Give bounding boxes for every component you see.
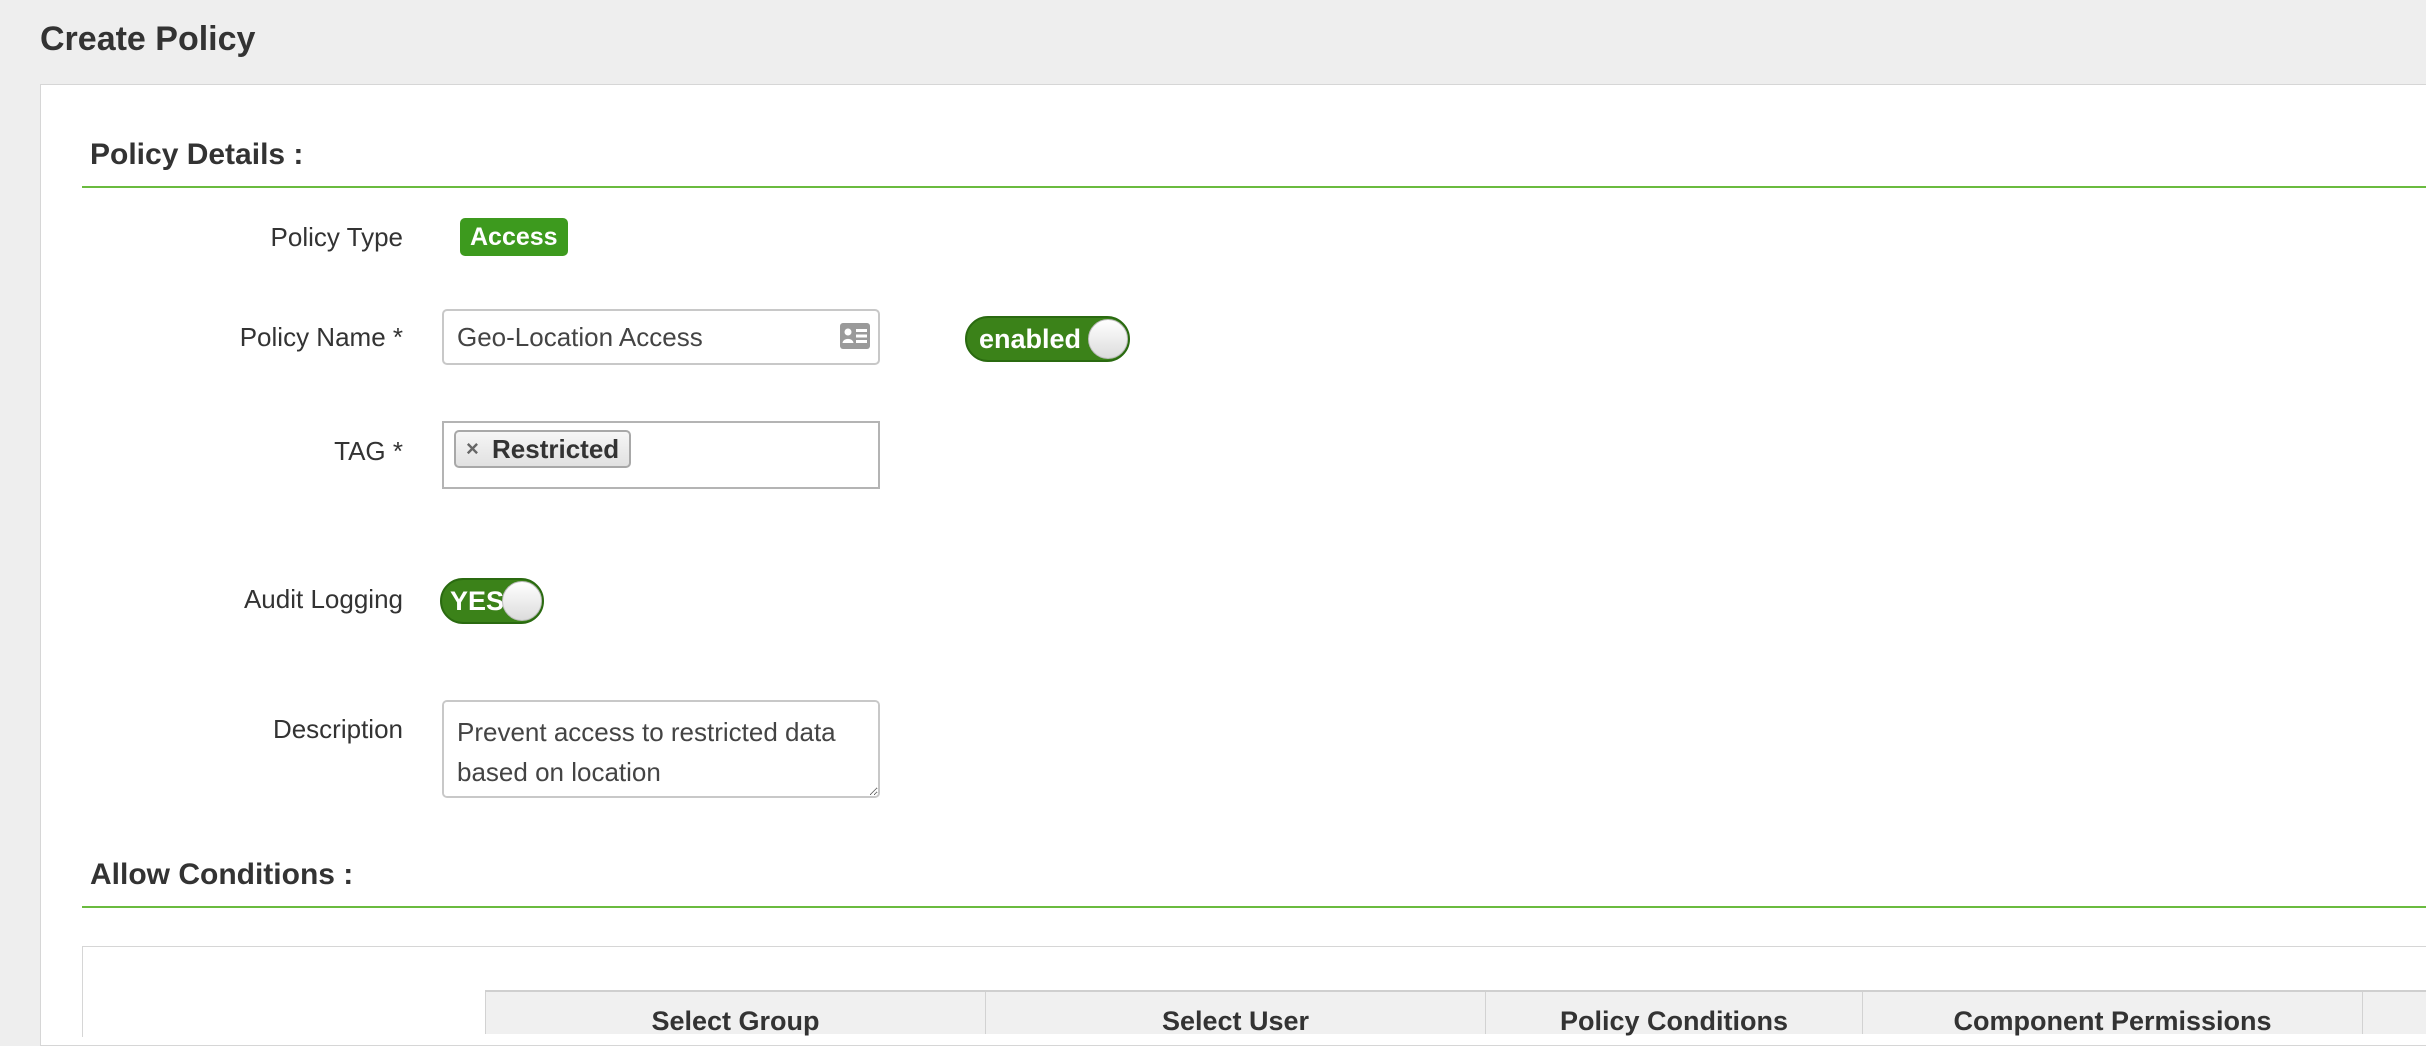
policy-enabled-toggle[interactable]: enabled [965,316,1130,362]
column-header-component-permissions: Component Permissions [1862,992,2362,1036]
toggle-knob [502,581,542,621]
column-header-extra [2362,992,2426,1034]
contact-card-icon [840,323,870,349]
tag-input[interactable]: × Restricted [442,421,880,489]
column-header-policy-conditions: Policy Conditions [1485,992,1862,1036]
page-title: Create Policy [40,20,256,58]
toggle-knob [1088,319,1128,359]
tag-label: TAG * [334,436,403,466]
audit-logging-label: Audit Logging [243,584,403,614]
remove-tag-icon[interactable]: × [466,432,479,466]
audit-logging-toggle[interactable]: YES [440,578,544,624]
description-textarea[interactable]: Prevent access to restricted data based … [442,700,880,798]
section-divider [82,186,2426,188]
allow-conditions-table-header: Select Group Select User Policy Conditio… [485,990,2426,1036]
policy-name-input[interactable] [442,309,880,365]
tag-chip-label: Restricted [492,434,620,464]
policy-type-badge: Access [460,218,568,256]
audit-logging-toggle-label: YES [450,586,505,616]
description-label: Description [272,714,403,744]
column-header-select-user: Select User [985,992,1485,1036]
policy-enabled-toggle-label: enabled [979,324,1082,354]
allow-conditions-heading: Allow Conditions : [90,858,354,891]
policy-type-label: Policy Type [270,222,403,252]
section-divider [82,906,2426,908]
policy-details-heading: Policy Details : [90,138,304,171]
tag-chip: × Restricted [454,430,632,468]
column-header-select-group: Select Group [485,992,985,1036]
policy-name-label: Policy Name * [239,322,403,352]
